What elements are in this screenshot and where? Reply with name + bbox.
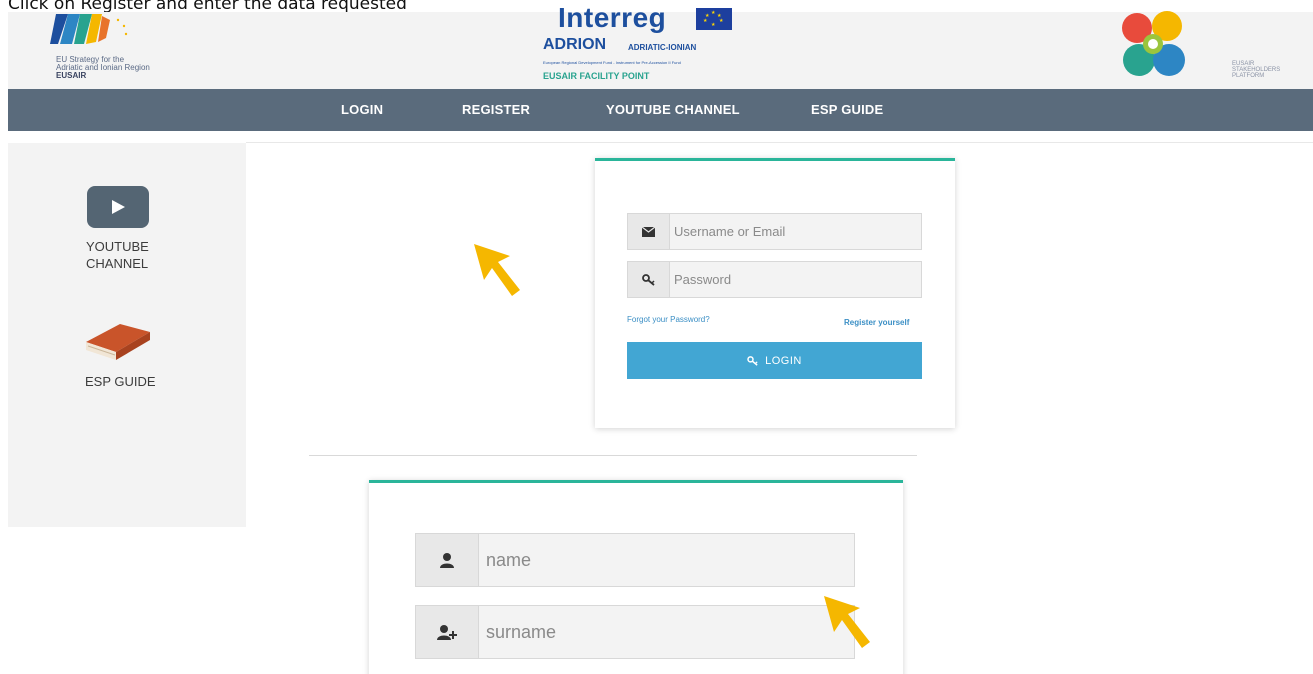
key-icon [628, 262, 670, 297]
main-nav: LOGIN REGISTER YOUTUBE CHANNEL ESP GUIDE [8, 89, 1313, 131]
envelope-icon [628, 214, 670, 249]
page: Click on Register and enter the data req… [0, 0, 1313, 674]
name-field[interactable] [415, 533, 855, 587]
login-button-label: LOGIN [765, 354, 802, 367]
login-card: Forgot your Password? Register yourself … [595, 158, 955, 428]
username-field[interactable] [627, 213, 922, 250]
fund-label: European Regional Development Fund - Ins… [543, 60, 681, 65]
forgot-password-link[interactable]: Forgot your Password? [627, 315, 710, 324]
nav-register[interactable]: REGISTER [462, 102, 530, 117]
content-divider [246, 142, 1313, 143]
password-input[interactable] [674, 262, 921, 297]
nav-youtube-channel[interactable]: YOUTUBE CHANNEL [606, 102, 740, 117]
name-input[interactable] [486, 534, 854, 586]
cursor-arrow-icon [474, 244, 520, 296]
eusair-logo-text: EU Strategy for the Adriatic and Ionian … [56, 55, 150, 80]
interreg-wordmark: Interreg [558, 2, 667, 33]
book-icon[interactable] [84, 318, 152, 362]
form-separator [309, 455, 917, 456]
login-button[interactable]: LOGIN [627, 342, 922, 379]
interreg-logo: Interreg ★ ★ ★ ★ ★ ★ ADRION ADRIATIC-IONIAN … [543, 2, 753, 88]
username-input[interactable] [674, 214, 921, 249]
youtube-play-icon[interactable] [87, 186, 149, 228]
password-field[interactable] [627, 261, 922, 298]
nav-esp-guide[interactable]: ESP GUIDE [811, 102, 883, 117]
user-plus-icon [416, 606, 479, 658]
nav-login[interactable]: LOGIN [341, 102, 383, 117]
sidebar-youtube-label[interactable]: YOUTUBE CHANNEL [86, 238, 149, 272]
eu-flag-icon: ★ ★ ★ ★ ★ ★ [696, 8, 732, 30]
sidebar-esp-guide-label[interactable]: ESP GUIDE [85, 373, 156, 390]
surname-field[interactable] [415, 605, 855, 659]
adrion-label: ADRION [543, 36, 607, 53]
sidebar: YOUTUBE CHANNEL ESP GUIDE [8, 143, 246, 527]
cursor-arrow-icon [824, 596, 870, 648]
surname-input[interactable] [486, 606, 854, 658]
key-icon [747, 355, 758, 366]
user-icon [416, 534, 479, 586]
esp-logo-text: EUSAIR STAKEHOLDERS PLATFORM [1232, 61, 1281, 79]
facility-point-label: EUSAIR FACILITY POINT [543, 71, 650, 81]
register-yourself-link[interactable]: Register yourself [844, 318, 909, 327]
adriatic-ionian-label: ADRIATIC-IONIAN [628, 43, 697, 52]
esp-logo[interactable] [1111, 10, 1311, 86]
site-header: EU Strategy for the Adriatic and Ionian … [8, 2, 1313, 89]
